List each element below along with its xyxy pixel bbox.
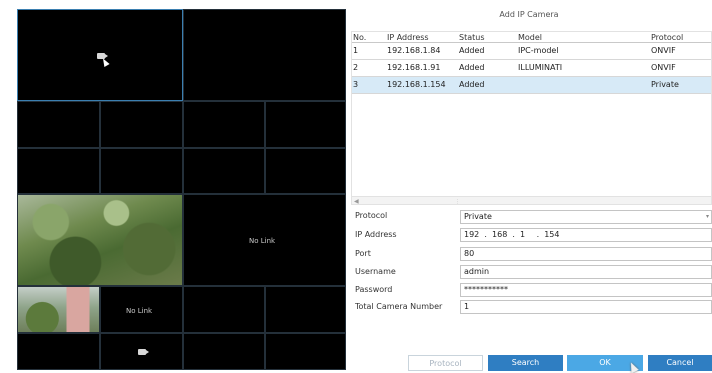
- protocol-select-value: Private: [464, 212, 492, 221]
- no-link-label: No Link: [126, 307, 153, 315]
- cell-ip: 192.168.1.154: [387, 80, 446, 89]
- port-label: Port: [355, 249, 371, 258]
- cell-protocol: ONVIF: [651, 46, 676, 55]
- cell-protocol: Private: [651, 80, 679, 89]
- cell-no: 1: [353, 46, 359, 55]
- password-label: Password: [355, 285, 393, 294]
- dialog-title: Add IP Camera: [499, 10, 559, 19]
- video-cell-20[interactable]: [265, 333, 346, 370]
- search-button[interactable]: Search: [488, 355, 563, 371]
- video-cell-19[interactable]: [183, 333, 265, 370]
- table-row-selected[interactable]: 3 192.168.1.154 Added Private: [352, 77, 711, 94]
- ip-segment-3[interactable]: 1: [520, 229, 534, 241]
- video-cell-2[interactable]: [183, 9, 346, 101]
- mouse-cursor-icon: [100, 57, 110, 67]
- nvr-screen: No Link No Link Add IP Camera No. IP Add…: [0, 0, 712, 373]
- ip-address-label: IP Address: [355, 230, 397, 239]
- video-cell-17[interactable]: [17, 333, 100, 370]
- cell-no: 2: [353, 63, 359, 72]
- cancel-button[interactable]: Cancel: [648, 355, 712, 371]
- video-cell-4[interactable]: [100, 101, 183, 148]
- protocol-label: Protocol: [355, 211, 388, 220]
- scroll-thumb-icon[interactable]: ⋮: [455, 199, 460, 205]
- username-label: Username: [355, 267, 396, 276]
- total-camera-number-label: Total Camera Number: [355, 302, 443, 311]
- camera-feed-image: [18, 287, 99, 332]
- horizontal-scrollbar[interactable]: ◀ ⋮: [352, 196, 711, 205]
- total-camera-number-field[interactable]: 1: [460, 300, 712, 314]
- ip-segment-4[interactable]: 154: [544, 229, 559, 241]
- column-header-ip: IP Address: [387, 33, 429, 42]
- table-header: No. IP Address Status Model Protocol: [352, 32, 711, 43]
- video-grid: No Link No Link: [17, 9, 346, 370]
- scroll-left-arrow-icon[interactable]: ◀: [354, 198, 359, 205]
- chevron-down-icon: ▾: [705, 213, 709, 220]
- ip-address-field[interactable]: 192 . 168 . 1 . 154: [460, 228, 712, 242]
- column-header-protocol: Protocol: [651, 33, 684, 42]
- column-header-no: No.: [353, 33, 367, 42]
- protocol-select[interactable]: Private ▾: [460, 210, 712, 224]
- video-cell-8[interactable]: [100, 148, 183, 194]
- camera-feed-image: [18, 195, 182, 285]
- cell-model: ILLUMINATI: [518, 63, 563, 72]
- video-cell-1[interactable]: [17, 9, 183, 101]
- camera-icon: [138, 349, 149, 355]
- video-cell-3[interactable]: [17, 101, 100, 148]
- ip-dot-icon: .: [536, 230, 542, 239]
- video-cell-7[interactable]: [17, 148, 100, 194]
- video-cell-5[interactable]: [183, 101, 265, 148]
- protocol-button[interactable]: Protocol: [408, 355, 483, 371]
- password-field[interactable]: ***********: [460, 283, 712, 297]
- cell-status: Added: [459, 80, 485, 89]
- video-cell-9[interactable]: [183, 148, 265, 194]
- ip-segment-2[interactable]: 168: [492, 229, 507, 241]
- ip-dot-icon: .: [509, 230, 518, 239]
- camera-table: No. IP Address Status Model Protocol 1 1…: [351, 31, 712, 205]
- cell-status: Added: [459, 63, 485, 72]
- cell-protocol: ONVIF: [651, 63, 676, 72]
- video-cell-18[interactable]: [100, 333, 183, 370]
- video-cell-13[interactable]: [17, 286, 100, 333]
- port-field[interactable]: 80: [460, 247, 712, 261]
- table-row[interactable]: 1 192.168.1.84 Added IPC-model ONVIF: [352, 43, 711, 60]
- column-header-model: Model: [518, 33, 543, 42]
- video-cell-16[interactable]: [265, 286, 346, 333]
- video-cell-10[interactable]: [265, 148, 346, 194]
- add-ip-camera-dialog: Add IP Camera No. IP Address Status Mode…: [346, 0, 712, 373]
- ip-dot-icon: .: [481, 230, 490, 239]
- video-cell-12[interactable]: No Link: [183, 194, 346, 286]
- ip-segment-1[interactable]: 192: [464, 229, 479, 241]
- cell-ip: 192.168.1.84: [387, 46, 441, 55]
- no-link-label: No Link: [249, 237, 276, 245]
- cell-no: 3: [353, 80, 359, 89]
- video-cell-14[interactable]: No Link: [100, 286, 183, 333]
- cell-status: Added: [459, 46, 485, 55]
- column-header-status: Status: [459, 33, 485, 42]
- video-cell-11[interactable]: [17, 194, 183, 286]
- cell-ip: 192.168.1.91: [387, 63, 441, 72]
- video-cell-6[interactable]: [265, 101, 346, 148]
- table-row[interactable]: 2 192.168.1.91 Added ILLUMINATI ONVIF: [352, 60, 711, 77]
- video-cell-15[interactable]: [183, 286, 265, 333]
- username-field[interactable]: admin: [460, 265, 712, 279]
- cell-model: IPC-model: [518, 46, 559, 55]
